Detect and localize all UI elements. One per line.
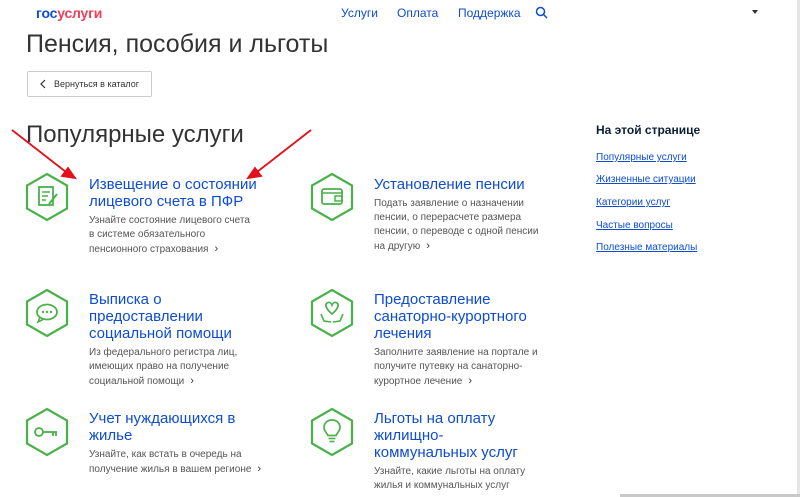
back-to-catalog-button[interactable]: Вернуться в каталог <box>27 71 152 97</box>
chat-bubble-icon <box>25 288 69 338</box>
desc-line-text: социальной помощи <box>89 376 185 387</box>
desc-line: получение жилья в вашем регионе › <box>89 462 261 477</box>
title-line: санаторно-курортного <box>374 308 527 325</box>
nav-link-support[interactable]: Поддержка <box>458 6 521 20</box>
wallet-icon <box>310 172 354 222</box>
desc-line: курортное лечение › <box>374 374 538 389</box>
chevron-right-icon[interactable]: › <box>426 239 430 253</box>
back-button-label: Вернуться в каталог <box>54 79 140 89</box>
desc-line-text: получение жилья в вашем регионе <box>89 464 252 475</box>
toc-link-faq[interactable]: Частые вопросы <box>596 220 673 231</box>
key-icon <box>25 407 69 457</box>
title-line: коммунальных услуг <box>374 444 518 461</box>
service-title-social-help[interactable]: Выписка о предоставлении социальной помо… <box>89 291 232 342</box>
desc-line: Заполните заявление на портале и <box>374 347 538 358</box>
desc-line: пенсии, о перерасчете размера <box>374 212 522 223</box>
toc-link-useful-materials[interactable]: Полезные материалы <box>596 242 697 253</box>
toc-link-popular-services[interactable]: Популярные услуги <box>596 152 687 163</box>
title-line: Льготы на оплату <box>374 410 496 427</box>
desc-line-text: пенсионного страхования <box>89 244 209 255</box>
logo-part-gos: гос <box>36 5 58 21</box>
chevron-left-icon <box>40 79 46 89</box>
title-line: Предоставление <box>374 291 491 308</box>
desc-line: пенсии, о переводе с одной пенсии <box>374 226 539 237</box>
chevron-right-icon[interactable]: › <box>468 374 472 388</box>
lightbulb-icon <box>310 407 354 457</box>
nav-link-payment[interactable]: Оплата <box>397 6 438 20</box>
title-line: лицевого счета в ПФР <box>89 193 244 210</box>
document-edit-icon <box>25 172 69 222</box>
search-icon[interactable] <box>535 6 549 20</box>
title-line: Выписка о <box>89 291 162 308</box>
chevron-right-icon[interactable]: › <box>257 462 261 476</box>
service-title-housing[interactable]: Учет нуждающихся в жилье <box>89 410 235 444</box>
toc-link-service-categories[interactable]: Категории услуг <box>596 197 670 208</box>
service-title-utility-benefits[interactable]: Льготы на оплату жилищно- коммунальных у… <box>374 410 518 461</box>
service-desc-sanatorium: Заполните заявление на портале и получит… <box>374 346 538 389</box>
title-line: Извещение о состоянии <box>89 176 257 193</box>
service-title-pension[interactable]: Установление пенсии <box>374 176 525 193</box>
logo-part-uslugi: услуги <box>57 5 103 21</box>
title-line: предоставлении <box>89 308 203 325</box>
desc-line: на другую › <box>374 239 538 254</box>
desc-line-text: курортное лечение <box>374 376 463 387</box>
chevron-down-icon[interactable] <box>752 10 758 14</box>
title-line: социальной помощи <box>89 325 232 342</box>
chevron-right-icon[interactable]: › <box>190 374 194 388</box>
title-line: лечения <box>374 325 432 342</box>
desc-line: жилья и коммунальных услуг <box>374 480 510 491</box>
title-line: жилищно- <box>374 427 444 444</box>
title-line: жилье <box>89 427 133 444</box>
section-title-popular: Популярные услуги <box>26 121 244 148</box>
service-desc-pension: Подать заявление о назначении пенсии, о … <box>374 197 538 254</box>
gosuslugi-logo[interactable]: госуслуги <box>36 5 102 21</box>
service-title-pfr-account[interactable]: Извещение о состоянии лицевого счета в П… <box>89 176 257 210</box>
toc-link-life-situations[interactable]: Жизненные ситуации <box>596 174 696 185</box>
service-desc-pfr-account: Узнайте состояние лицевого счета в систе… <box>89 214 250 257</box>
desc-line: в системе обязательного <box>89 229 206 240</box>
toc-heading: На этой странице <box>596 123 701 137</box>
desc-line: социальной помощи › <box>89 374 237 389</box>
desc-line: Из федерального регистра лиц, <box>89 347 238 358</box>
desc-line: пенсионного страхования › <box>89 242 250 257</box>
desc-line: Узнайте состояние лицевого счета <box>89 215 250 226</box>
title-line: Установление пенсии <box>374 176 525 193</box>
desc-line: Узнайте, какие льготы на оплату <box>374 466 526 477</box>
service-title-sanatorium[interactable]: Предоставление санаторно-курортного лече… <box>374 291 527 342</box>
nav-link-services[interactable]: Услуги <box>341 6 378 20</box>
desc-line: Узнайте, как встать в очередь на <box>89 449 242 460</box>
heart-hands-icon <box>310 288 354 338</box>
desc-line: Подать заявление о назначении <box>374 198 524 209</box>
service-desc-social-help: Из федерального регистра лиц, имеющих пр… <box>89 346 237 389</box>
desc-line: имеющих право на получение <box>89 361 230 372</box>
service-desc-utility-benefits: Узнайте, какие льготы на оплату жилья и … <box>374 465 525 493</box>
chevron-right-icon[interactable]: › <box>214 242 218 256</box>
page-title: Пенсия, пособия и льготы <box>26 30 329 58</box>
top-header: госуслуги Услуги Оплата Поддержка <box>0 0 800 26</box>
desc-line: получите путевку на санаторно- <box>374 361 523 372</box>
title-line: Учет нуждающихся в <box>89 410 236 427</box>
service-desc-housing: Узнайте, как встать в очередь на получен… <box>89 448 261 477</box>
desc-line-text: на другую <box>374 241 421 252</box>
